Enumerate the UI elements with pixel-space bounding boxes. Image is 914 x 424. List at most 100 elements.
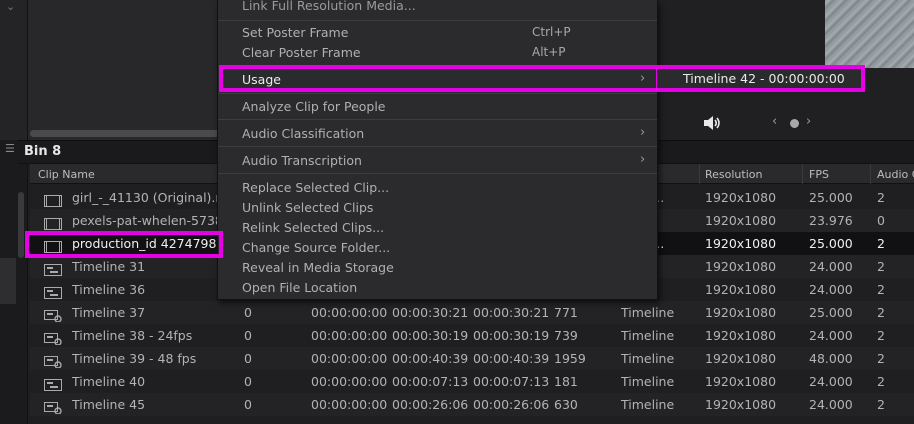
chevron-right-icon[interactable]: › [806,114,818,129]
menu-item-replace-clip[interactable]: Replace Selected Clip... [242,180,389,195]
column-separator [802,164,803,184]
table-row[interactable] [30,370,914,393]
cell-start: 00:00:00:00 [311,351,388,366]
horizontal-scrollbar[interactable] [30,130,220,137]
timeline-settings-icon [44,399,62,415]
cell-count: 0 [244,305,252,320]
column-separator [870,164,871,184]
cell-resolution: 1920x1080 [705,213,777,228]
menu-item-analyze-clip[interactable]: Analyze Clip for People [242,99,386,114]
page-indicator-dot[interactable] [790,119,799,128]
cell-frames: 739 [554,328,578,343]
timeline-icon [44,284,62,299]
cell-audio: 2 [877,305,885,320]
cell-fps: 24.000 [809,397,853,412]
cell-resolution: 1920x1080 [705,351,777,366]
chevron-left-icon[interactable]: ‹ [772,114,784,129]
menu-item-relink-clips[interactable]: Relink Selected Clips... [242,220,384,235]
cell-resolution: 1920x1080 [705,282,777,297]
cell-audio: 2 [877,259,885,274]
video-clip-icon [44,215,62,230]
menu-separator [218,146,657,147]
usage-highlight [219,65,660,92]
menu-separator [218,119,657,120]
cell-resolution: 1920x1080 [705,397,777,412]
submenu-item-timeline-42[interactable]: Timeline 42 - 00:00:00:00 [683,71,845,86]
cell-end: 00:00:40:39 [392,351,469,366]
column-header-clip-name[interactable]: Clip Name [38,168,95,181]
cell-audio: 2 [877,236,885,251]
chevron-right-icon: › [640,152,646,167]
cell-audio: 2 [877,374,885,389]
cell-count: 0 [244,374,252,389]
menu-item-link-full-resolution[interactable]: Link Full Resolution Media... [242,0,416,13]
cell-resolution: 1920x1080 [705,305,777,320]
cell-frames: 1959 [554,351,586,366]
table-row[interactable] [30,393,914,416]
vertical-scrollbar[interactable] [18,192,24,258]
cell-dur: 00:00:30:19 [473,328,550,343]
timeline-icon [44,376,62,391]
menu-separator [218,173,657,174]
cell-fps: 23.976 [809,213,853,228]
cell-fps: 48.000 [809,351,853,366]
shortcut-clear-poster: Alt+P [532,45,566,59]
cell-count: 0 [244,397,252,412]
column-header-fps[interactable]: FPS [809,168,829,181]
cell-name: Timeline 36 [72,282,146,297]
cell-audio: 2 [877,397,885,412]
cell-type: Timeline [621,305,675,320]
shortcut-set-poster: Ctrl+P [532,25,571,39]
cell-frames: 771 [554,305,578,320]
selected-clip-highlight [25,231,223,258]
cell-name: pexels-pat-whelen-5738 [72,213,217,228]
cell-name: Timeline 38 - 24fps [72,328,193,343]
menu-separator [218,93,657,94]
cell-dur: 00:00:07:13 [473,374,550,389]
column-header-resolution[interactable]: Resolution [705,168,762,181]
cell-count: 0 [244,351,252,366]
cell-type: Timeline [621,351,675,366]
cell-name: Timeline 39 - 48 fps [72,351,197,366]
menu-item-change-source-folder[interactable]: Change Source Folder... [242,240,390,255]
speaker-icon[interactable] [702,114,722,132]
menu-item-set-poster-frame[interactable]: Set Poster Frame [242,25,348,40]
cell-dur: 00:00:30:21 [473,305,550,320]
menu-item-audio-transcription[interactable]: Audio Transcription [242,153,362,168]
cell-end: 00:00:30:19 [392,328,469,343]
cell-start: 00:00:00:00 [311,305,388,320]
cell-fps: 25.000 [809,190,853,205]
column-header-audio[interactable]: Audio C [877,168,914,181]
cell-resolution: 1920x1080 [705,259,777,274]
menu-item-usage[interactable]: Usage [242,72,281,87]
cell-end: 00:00:07:13 [392,374,469,389]
cell-resolution: 1920x1080 [705,190,777,205]
left-strip-lower [0,258,16,304]
cell-name: girl_-_41130 (Original).m [72,190,217,205]
timeline-icon [44,261,62,276]
cell-fps: 24.000 [809,328,853,343]
cell-fps: 24.000 [809,374,853,389]
cell-dur: 00:00:26:06 [473,397,550,412]
cell-type: Timeline [621,374,675,389]
menu-item-reveal-in-media-storage[interactable]: Reveal in Media Storage [242,260,394,275]
chevron-right-icon: › [640,71,646,86]
cell-fps: 24.000 [809,259,853,274]
menu-item-open-file-location[interactable]: Open File Location [242,280,357,295]
cell-frames: 181 [554,374,578,389]
menu-item-clear-poster-frame[interactable]: Clear Poster Frame [242,45,361,60]
cell-start: 00:00:00:00 [311,328,388,343]
cell-type: Timeline [621,397,675,412]
cell-end: 00:00:26:06 [392,397,469,412]
chevron-right-icon: › [640,125,646,140]
cell-name: Timeline 45 [72,397,146,412]
menu-item-unlink-clips[interactable]: Unlink Selected Clips [242,200,373,215]
video-clip-icon [44,192,62,207]
chevron-down-icon[interactable]: ⌄ [6,0,22,14]
cell-start: 00:00:00:00 [311,374,388,389]
timeline-settings-icon [44,330,62,346]
cell-resolution: 1920x1080 [705,374,777,389]
menu-item-audio-classification[interactable]: Audio Classification [242,126,364,141]
cell-fps: 24.000 [809,282,853,297]
table-row[interactable] [30,301,914,324]
